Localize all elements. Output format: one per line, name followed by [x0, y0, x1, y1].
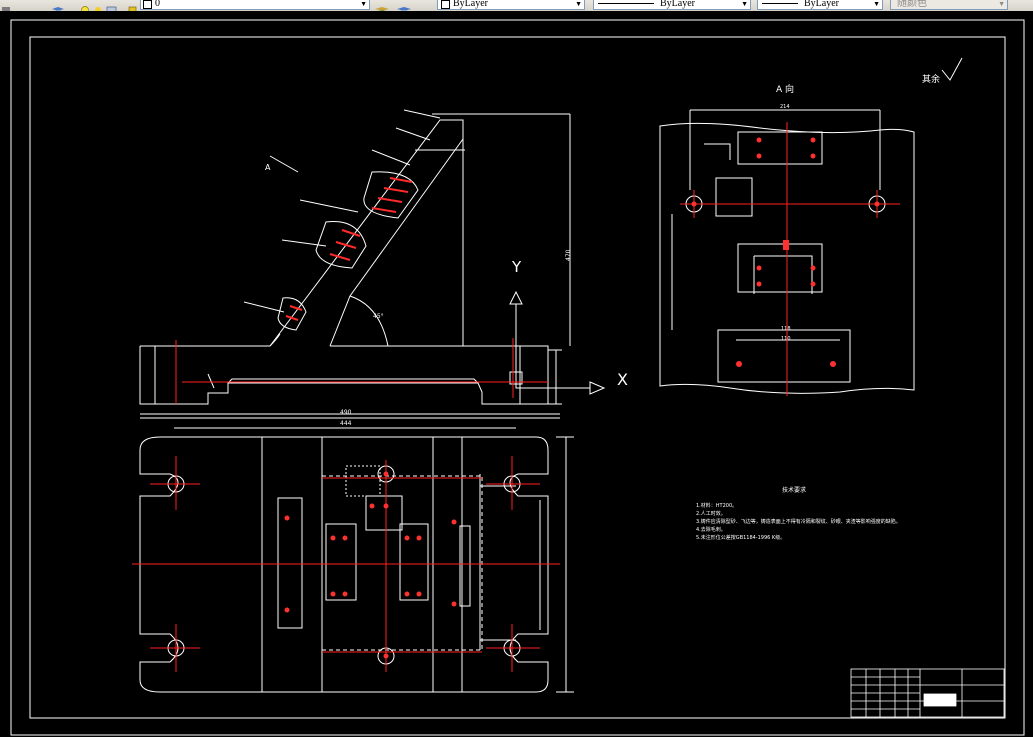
linetype-sample	[598, 3, 654, 5]
drawing-canvas[interactable]: A Y X 45° 470 490 444 A 向 214 118 110 其余…	[0, 11, 1033, 737]
color-control-dropdown[interactable]: ByLayer ▼	[437, 0, 585, 10]
view-a-dim-110: 110	[781, 336, 791, 342]
view-a-title: A 向	[776, 83, 794, 95]
tech-req-line: 1.材料：HT200。	[696, 502, 737, 509]
tech-req-title: 技术要求	[782, 486, 806, 494]
plotstyle-control-dropdown[interactable]: 随颜色 ▼	[890, 0, 1008, 10]
layer-thaw-sun-icon[interactable]	[93, 0, 103, 11]
layer-manager-icon[interactable]	[1, 0, 11, 11]
view-a-dim-214: 214	[780, 104, 790, 110]
chevron-down-icon: ▼	[360, 0, 367, 8]
roughness-label: 其余	[922, 73, 940, 85]
color-label: ByLayer	[453, 0, 488, 9]
lineweight-sample	[762, 3, 798, 5]
plan-dim-490: 490	[340, 409, 352, 416]
angle-label: 45°	[373, 313, 384, 320]
lineweight-control-dropdown[interactable]: ByLayer ▼	[757, 0, 883, 10]
linetype-control-dropdown[interactable]: ByLayer ▼	[593, 0, 751, 10]
tech-req-line: 2.人工时效。	[696, 510, 726, 517]
layer-dropdown[interactable]: 0 ▼	[140, 0, 370, 10]
ucs-x-label: X	[617, 370, 628, 389]
layer-lock-icon[interactable]	[106, 0, 117, 11]
plan-dim-444: 444	[340, 420, 352, 427]
plotstyle-label: 随颜色	[897, 0, 927, 9]
chevron-down-icon: ▼	[741, 0, 748, 8]
layer-name: 0	[155, 0, 160, 9]
view-a-dim-118: 118	[781, 326, 791, 332]
chevron-down-icon: ▼	[873, 0, 880, 8]
layer-color-swatch	[143, 0, 152, 9]
layer-on-bulb-icon[interactable]	[80, 0, 90, 11]
chevron-down-icon: ▼	[575, 0, 582, 8]
tech-req-line: 4.去除毛刺。	[696, 526, 726, 533]
linetype-label: ByLayer	[660, 0, 695, 9]
tech-req-line: 3.铸件应清除型砂、飞边等，铸造表面上不得有冷隔和裂纹、砂眼、夹渣等影响强度的缺…	[696, 518, 901, 525]
layer-color-icon[interactable]	[128, 0, 138, 11]
make-layer-current-icon[interactable]	[374, 0, 390, 11]
ucs-y-label: Y	[511, 258, 522, 276]
color-swatch	[441, 0, 450, 9]
layer-states-icon[interactable]	[51, 0, 64, 11]
height-dim-label: 470	[565, 249, 572, 261]
lineweight-label: ByLayer	[804, 0, 839, 9]
layer-previous-icon[interactable]	[396, 0, 412, 11]
view-a-arrow-label: A	[265, 163, 271, 172]
chevron-down-icon: ▼	[998, 0, 1005, 8]
tech-req-line: 5.未注形位公差按GB1184-1996 K级。	[696, 534, 785, 541]
